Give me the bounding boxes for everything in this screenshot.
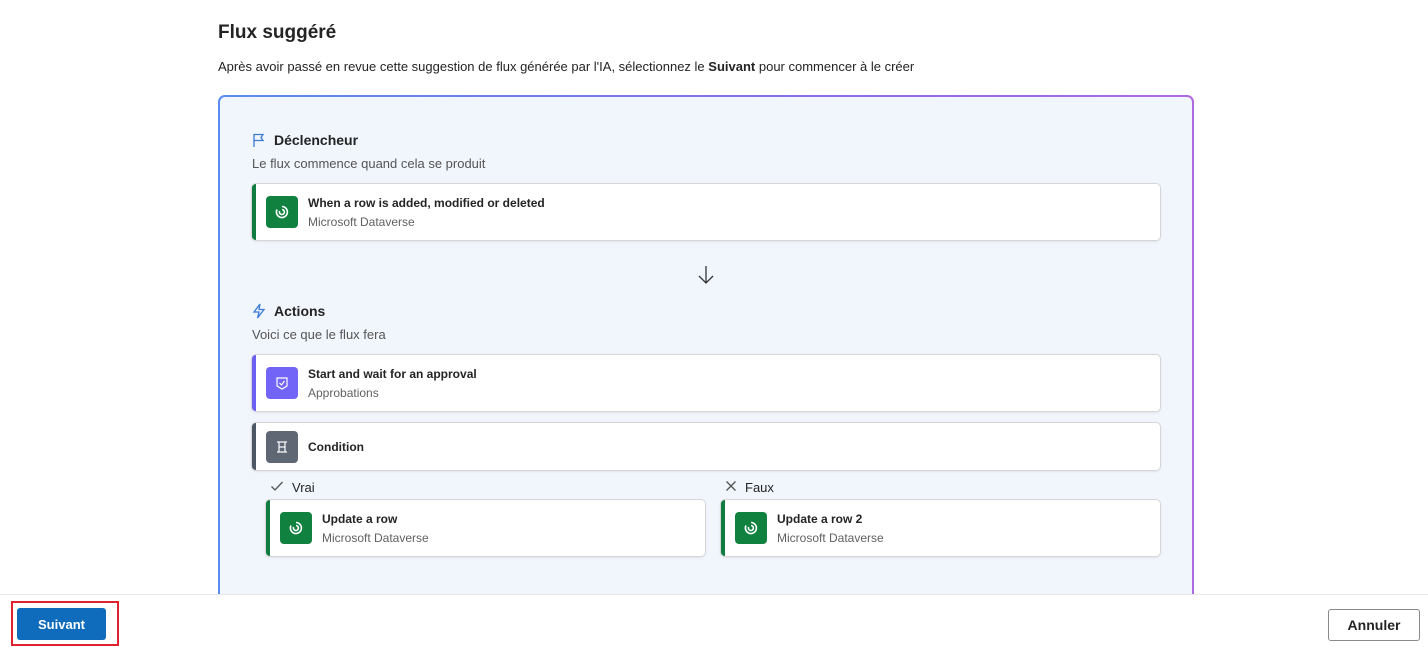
description-bold: Suivant [708, 59, 756, 74]
flag-icon [252, 133, 266, 148]
trigger-card-title: When a row is added, modified or deleted [308, 195, 545, 210]
cancel-button[interactable]: Annuler [1328, 609, 1420, 641]
close-icon [725, 480, 737, 495]
dataverse-icon [280, 512, 312, 544]
trigger-header: Déclencheur [252, 132, 358, 148]
true-branch-card-connector: Microsoft Dataverse [322, 530, 429, 545]
approval-title: Start and wait for an approval [308, 366, 477, 381]
footer-bar [0, 594, 1428, 647]
false-branch-text: Faux [745, 480, 774, 495]
page-description: Après avoir passé en revue cette suggest… [218, 59, 914, 74]
actions-heading: Actions [274, 303, 326, 319]
dataverse-icon [266, 196, 298, 228]
true-branch-label: Vrai [270, 480, 315, 495]
page-title: Flux suggéré [218, 22, 337, 43]
dataverse-icon [735, 512, 767, 544]
trigger-heading: Déclencheur [274, 132, 359, 148]
false-branch-label: Faux [725, 480, 774, 495]
condition-card[interactable]: Condition [252, 423, 1160, 470]
actions-header: Actions [252, 303, 325, 319]
suggested-flow-panel: Déclencheur Le flux commence quand cela … [218, 95, 1194, 615]
false-branch-card-title: Update a row 2 [777, 511, 863, 526]
description-suffix: pour commencer à le créer [755, 59, 915, 74]
approval-connector: Approbations [308, 385, 379, 400]
trigger-card-connector: Microsoft Dataverse [308, 214, 415, 229]
condition-icon [266, 430, 298, 463]
true-branch-text: Vrai [292, 480, 315, 495]
true-branch-card-title: Update a row [322, 511, 398, 526]
approval-icon [266, 367, 298, 399]
lightning-icon [252, 303, 266, 319]
condition-title: Condition [308, 439, 364, 454]
false-branch-card-connector: Microsoft Dataverse [777, 530, 884, 545]
approval-action-card[interactable]: Start and wait for an approval Approbati… [252, 355, 1160, 411]
description-prefix: Après avoir passé en revue cette suggest… [218, 59, 709, 74]
false-branch-card[interactable]: Update a row 2 Microsoft Dataverse [721, 500, 1160, 556]
actions-subheading: Voici ce que le flux fera [252, 327, 386, 342]
trigger-card[interactable]: When a row is added, modified or deleted… [252, 184, 1160, 240]
next-button[interactable]: Suivant [17, 608, 106, 640]
true-branch-card[interactable]: Update a row Microsoft Dataverse [266, 500, 705, 556]
check-icon [270, 480, 284, 495]
arrow-down-icon [696, 263, 716, 292]
suggested-flow-inner: Déclencheur Le flux commence quand cela … [220, 97, 1192, 613]
trigger-subheading: Le flux commence quand cela se produit [252, 156, 486, 171]
